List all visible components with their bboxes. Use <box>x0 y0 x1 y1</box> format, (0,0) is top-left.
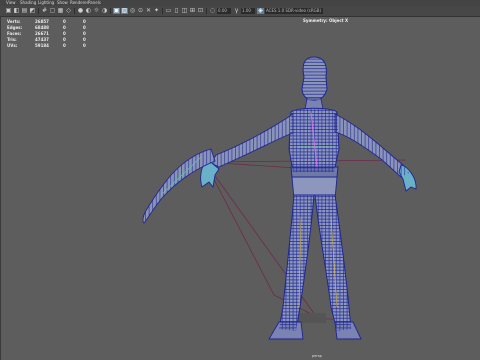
toolbar-separator <box>206 8 207 14</box>
backface-icon[interactable]: ▭ <box>165 8 172 14</box>
hud-row: UVs: 59184 0 0 <box>7 43 93 49</box>
frame-selected-icon[interactable]: ▦ <box>57 8 64 14</box>
xray-joints-icon[interactable]: ✦ <box>153 8 160 14</box>
maya-window: View Shading Lighting Show Renderer Pane… <box>0 0 480 360</box>
character-model[interactable] <box>1 17 480 360</box>
hud-value: 59184 <box>35 43 49 48</box>
wireframe-icon[interactable]: ◇ <box>65 8 72 14</box>
xray-icon[interactable]: ✕ <box>145 8 152 14</box>
gamma-field[interactable]: 1.00 <box>241 8 255 14</box>
toolbar-separator <box>38 8 39 14</box>
symmetry-label: Symmetry: Object X <box>303 18 349 23</box>
lights-icon[interactable]: ☼ <box>93 8 100 14</box>
poly-count-hud: Verts: 26857 0 0 Edges: 68488 0 0 Faces:… <box>7 19 93 49</box>
ambient-occlusion-icon[interactable]: ▣ <box>113 8 120 14</box>
exposure-icon[interactable]: ◌ <box>209 8 216 14</box>
gamma-icon[interactable]: γ <box>233 8 240 14</box>
colorspace-dropdown[interactable]: ACES 1.0 SDR-video (sRGB) <box>265 8 323 14</box>
frame-all-icon[interactable]: ▢ <box>49 8 56 14</box>
dof-icon[interactable]: ◎ <box>129 8 136 14</box>
shadows-icon[interactable]: ◑ <box>101 8 108 14</box>
hud-value: 0 <box>63 43 66 48</box>
camera-icon[interactable]: ▣ <box>5 8 12 14</box>
gate-mask-icon[interactable]: ◫ <box>181 8 188 14</box>
exposure-field[interactable]: 0.00 <box>217 8 231 14</box>
anti-alias-icon[interactable]: ▨ <box>121 8 128 14</box>
camera-name-label: persp <box>312 354 322 358</box>
color-management-icon[interactable]: ◈ <box>257 8 264 14</box>
viewport-toolbar: ▣ ◧ ▤ ◩ # ▢ ▦ ◇ ● ◐ ☼ ◑ ▣ ▨ ◎ ⊙ ✕ ✦ ▭ ▯ … <box>0 6 480 17</box>
bookmark-icon[interactable]: ▤ <box>21 8 28 14</box>
grid-icon[interactable]: # <box>41 8 48 14</box>
camera-attributes-icon[interactable]: ◧ <box>13 8 20 14</box>
smooth-shade-icon[interactable]: ● <box>77 8 84 14</box>
mesh-body <box>200 56 417 340</box>
toolbar-separator <box>74 8 75 14</box>
resolution-gate-icon[interactable]: ▯ <box>173 8 180 14</box>
field-chart-icon[interactable]: ⊞ <box>189 8 196 14</box>
perspective-viewport[interactable] <box>1 17 480 360</box>
mesh-tentacle <box>142 148 216 224</box>
hud-label: UVs: <box>7 43 18 48</box>
toolbar-separator <box>110 8 111 14</box>
safe-action-icon[interactable]: ⊡ <box>197 8 204 14</box>
pivot-box <box>296 313 326 323</box>
textured-icon[interactable]: ◐ <box>85 8 92 14</box>
isolate-select-icon[interactable]: ⊙ <box>137 8 144 14</box>
toolbar-separator <box>162 8 163 14</box>
hud-value: 0 <box>83 43 86 48</box>
image-plane-icon[interactable]: ◩ <box>29 8 36 14</box>
